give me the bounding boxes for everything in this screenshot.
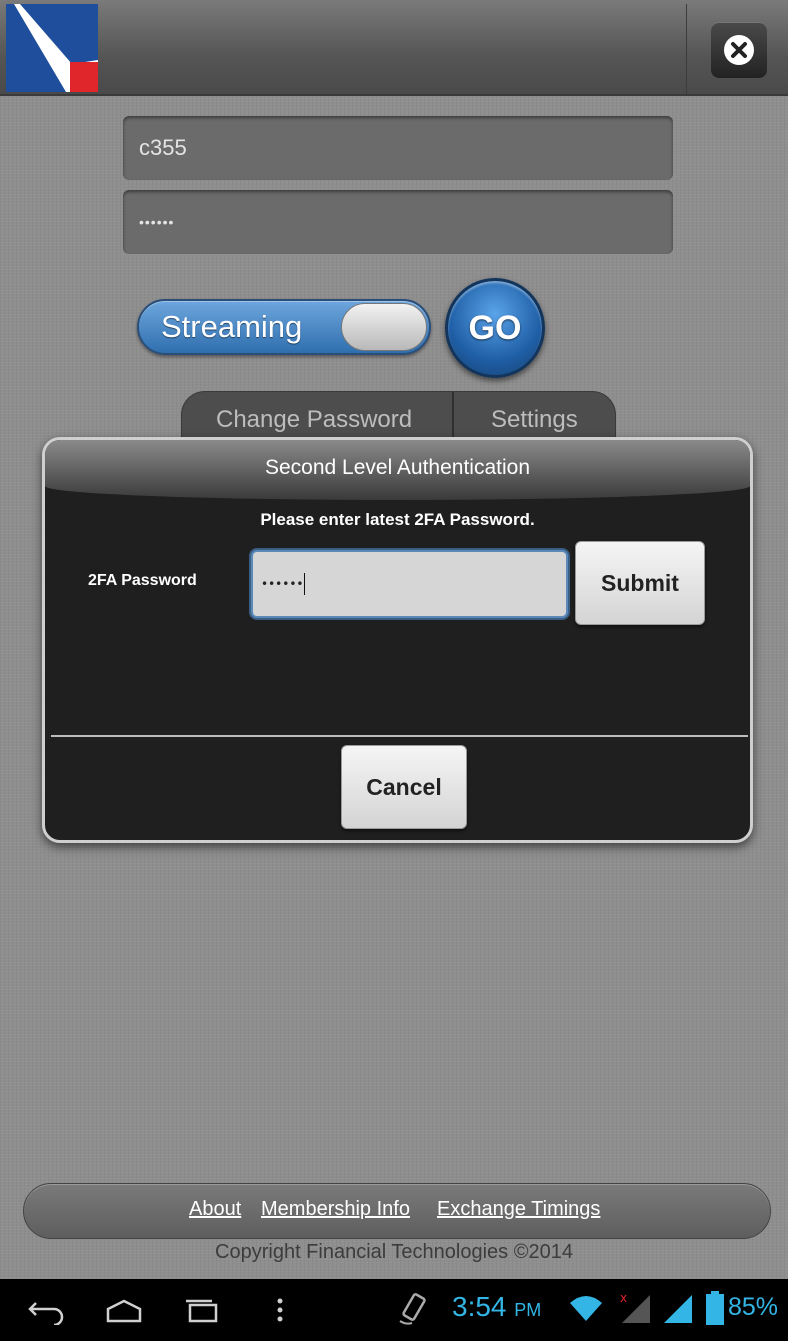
signal-icon-1: x [620,1291,650,1323]
about-link[interactable]: About [189,1198,241,1221]
copyright-text: Copyright Financial Technologies ©2014 [215,1241,573,1263]
wifi-icon [570,1296,602,1321]
battery-percent: 85% [728,1293,779,1321]
cancel-button[interactable]: Cancel [341,745,467,829]
tab-change-password[interactable]: Change Password [216,406,412,434]
close-button[interactable] [711,22,767,78]
dialog-message: Please enter latest 2FA Password. [260,510,535,529]
toggle-knob[interactable] [341,303,427,351]
app-screen: c355 •••••• Streaming GO Change Password… [0,0,788,1341]
two-factor-dialog: Second Level Authentication Please enter… [42,437,753,843]
text-caret [304,573,306,595]
top-bar [0,0,788,96]
username-input[interactable]: c355 [123,116,673,180]
dialog-title: Second Level Authentication [264,456,531,479]
tfa-password-input[interactable]: •••••• [251,550,568,618]
svg-text:x: x [620,1291,627,1305]
clock: 3:54 PM [452,1291,541,1323]
battery-icon [706,1291,724,1325]
submit-button[interactable]: Submit [575,541,705,625]
go-button[interactable]: GO [445,278,545,378]
system-nav-bar: 3:54 PM x 85% [0,1279,788,1341]
clock-time: 3:54 [452,1291,507,1322]
exchange-timings-link[interactable]: Exchange Timings [437,1198,600,1221]
clock-ampm: PM [514,1300,542,1320]
close-area [686,4,788,94]
home-icon[interactable] [104,1295,144,1325]
streaming-toggle[interactable]: Streaming [137,299,431,355]
dialog-divider [51,735,748,737]
brand-logo [6,4,98,92]
password-input[interactable]: •••••• [123,190,673,254]
tab-settings[interactable]: Settings [491,406,578,434]
close-icon [724,35,754,65]
tfa-password-value: •••••• [261,577,304,591]
footer-links-bar: About Membership Info Exchange Timings [23,1183,771,1239]
streaming-toggle-label: Streaming [161,309,303,344]
recent-apps-icon[interactable] [182,1295,222,1325]
back-icon[interactable] [26,1295,66,1325]
membership-info-link[interactable]: Membership Info [261,1198,410,1221]
tfa-password-label: 2FA Password [88,572,197,589]
signal-icon-2 [664,1295,692,1323]
rotation-lock-icon [399,1293,426,1325]
menu-icon[interactable] [272,1295,288,1325]
